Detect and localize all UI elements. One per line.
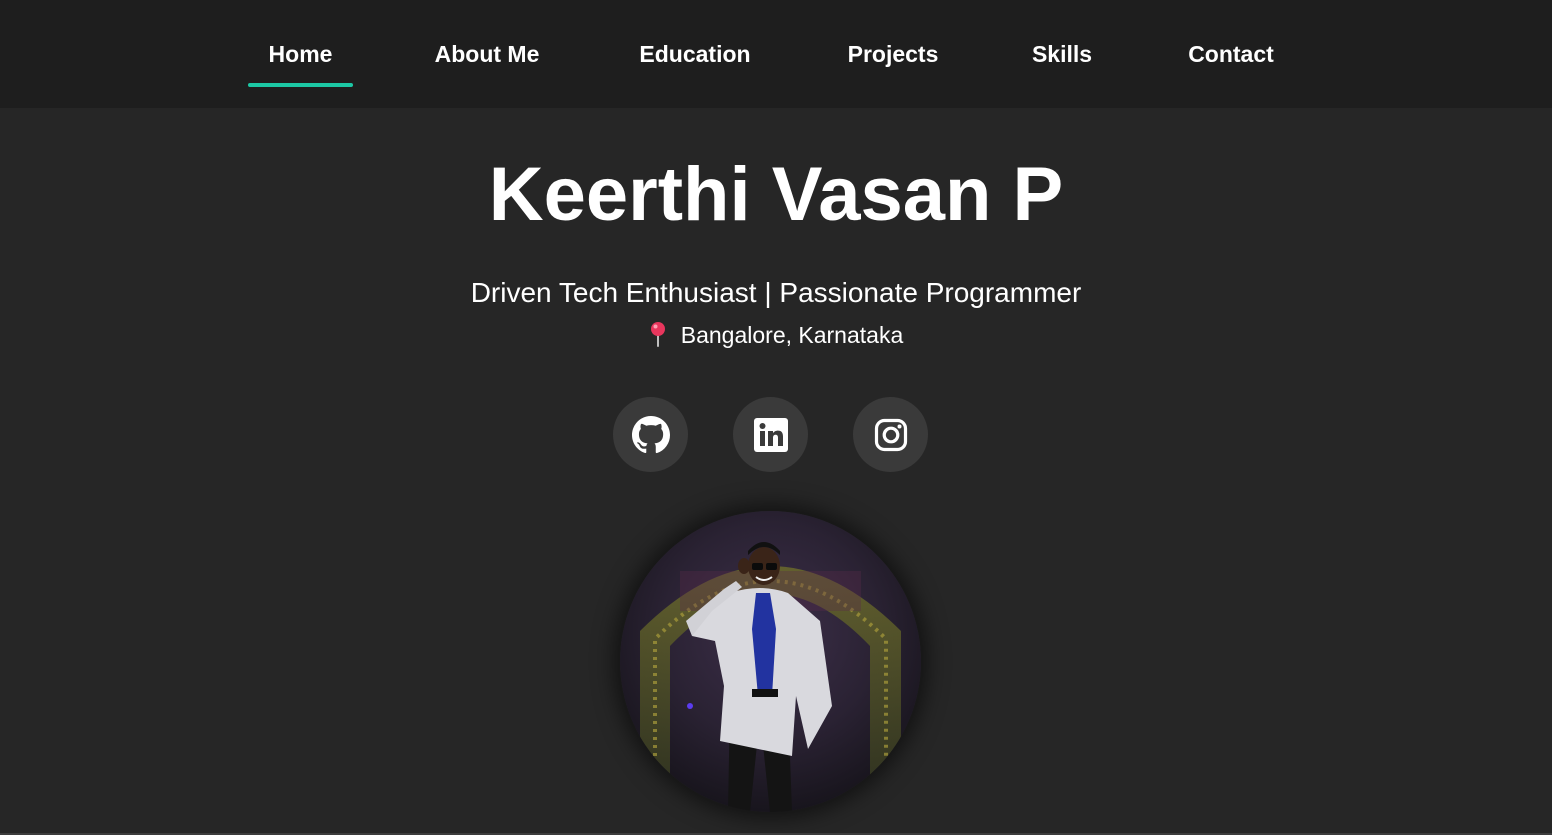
nav-education[interactable]: Education xyxy=(628,36,762,72)
hero-name: Keerthi Vasan P xyxy=(488,152,1064,237)
github-icon xyxy=(631,415,670,454)
linkedin-icon xyxy=(753,417,788,452)
nav-projects[interactable]: Projects xyxy=(833,36,953,72)
nav-home[interactable]: Home xyxy=(248,36,353,72)
nav-contact[interactable]: Contact xyxy=(1175,36,1287,72)
active-nav-indicator xyxy=(248,83,353,87)
instagram-icon xyxy=(874,418,908,452)
nav-skills[interactable]: Skills xyxy=(1022,36,1102,72)
location-text: Bangalore, Karnataka xyxy=(680,322,904,348)
linkedin-link[interactable] xyxy=(733,397,808,472)
hero-tagline: Driven Tech Enthusiast | Passionate Prog… xyxy=(470,277,1082,308)
profile-photo xyxy=(620,511,921,812)
instagram-link[interactable] xyxy=(853,397,928,472)
github-link[interactable] xyxy=(613,397,688,472)
navbar: Home About Me Education Projects Skills … xyxy=(0,0,1552,108)
location-pin-icon xyxy=(649,321,667,347)
hero-location: Bangalore, Karnataka xyxy=(0,318,1552,352)
nav-about-me[interactable]: About Me xyxy=(420,36,554,72)
